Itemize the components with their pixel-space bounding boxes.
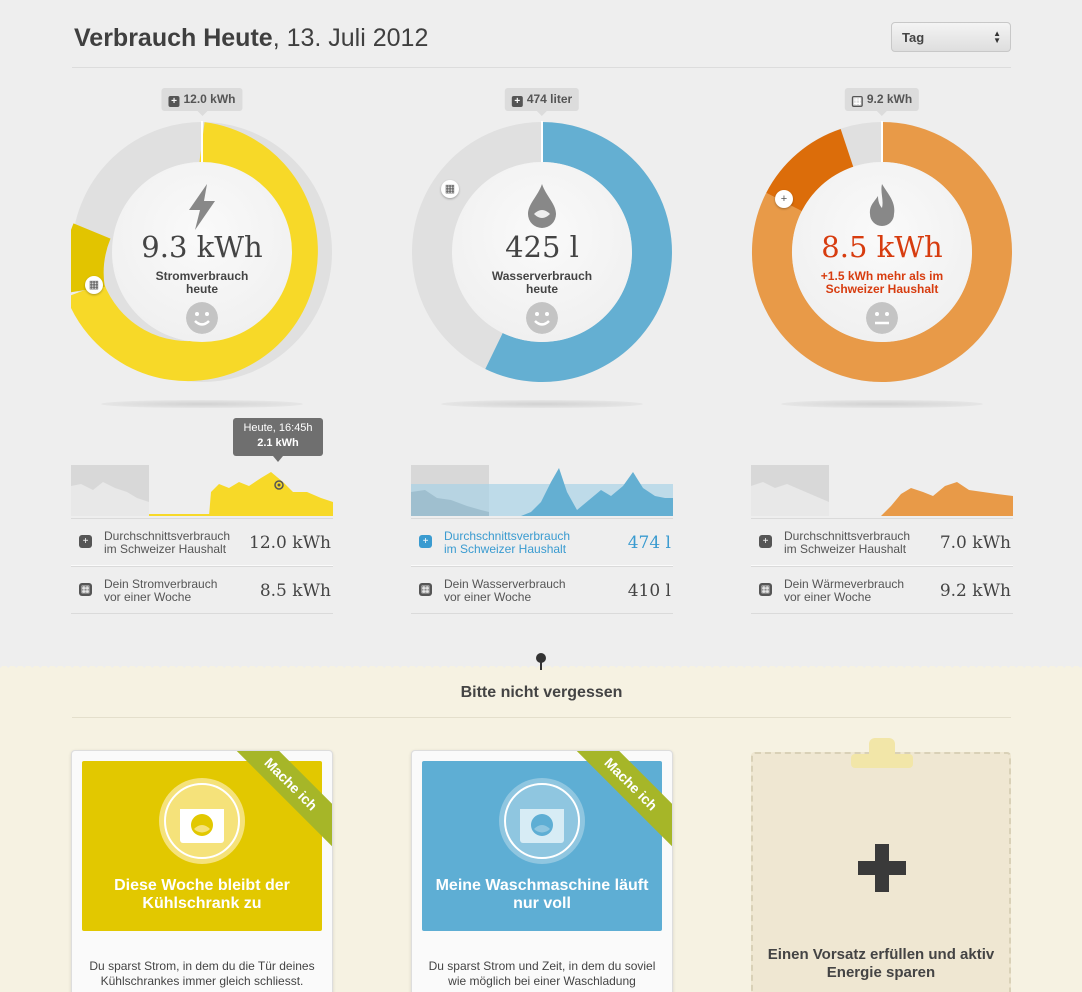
stat-value: 8.5 kWh bbox=[259, 581, 331, 601]
heat-average-tag: ▦ 9.2 kWh bbox=[844, 88, 920, 116]
stat-row: ▦ Dein Wasserverbrauch vor einer Woche 41… bbox=[411, 566, 673, 614]
stat-value: 410 l bbox=[627, 581, 671, 601]
heat-value: 8.5 kWh bbox=[821, 230, 943, 264]
add-card-text: Einen Vorsatz erfüllen und aktiv Energie… bbox=[767, 946, 995, 981]
page-header: Verbrauch Heute, 13. Juli 2012 Tag ▲ ▼ bbox=[72, 20, 1011, 68]
plus-icon bbox=[858, 844, 906, 892]
stat-row: ▦ Dein Stromverbrauch vor einer Woche 8.5… bbox=[71, 566, 333, 614]
water-meter: +474 liter ▦ 425 l Wasserverbrauch heute bbox=[411, 88, 673, 408]
water-label: Wasserverbrauch heute bbox=[491, 269, 593, 296]
reminders-heading: Bitte nicht vergessen bbox=[72, 684, 1011, 718]
card-title: Diese Woche bleibt der Kühlschrank zu bbox=[114, 877, 290, 912]
add-resolution-card[interactable]: Einen Vorsatz erfüllen und aktiv Energie… bbox=[751, 738, 1011, 992]
shield-icon: + bbox=[168, 96, 180, 107]
calendar-marker-icon[interactable]: ▦ bbox=[85, 276, 103, 294]
card-title: Meine Waschmaschine läuft nur voll bbox=[435, 877, 649, 912]
stat-row: + Durchschnittsverbrauch im Schweizer Hau… bbox=[71, 518, 333, 566]
stat-value: 9.2 kWh bbox=[939, 581, 1011, 601]
water-average-tag: +474 liter bbox=[504, 88, 580, 116]
stat-row: + Durchschnittsverbrauch im Schweizer Hau… bbox=[751, 518, 1013, 566]
electricity-average-tag: +12.0 kWh bbox=[161, 88, 243, 116]
stat-row[interactable]: + Durchschnittsverbrauch im Schweizer Hau… bbox=[411, 518, 673, 566]
heat-label: +1.5 kWh mehr als im Schweizer Haushalt bbox=[820, 269, 944, 296]
calendar-icon: ▦ bbox=[759, 583, 772, 596]
stat-row: ▦ Dein Wärmeverbrauch vor einer Woche 9.2… bbox=[751, 566, 1013, 614]
water-drop-icon bbox=[528, 184, 556, 228]
electricity-sparkline[interactable] bbox=[71, 462, 333, 516]
calendar-icon: ▦ bbox=[851, 96, 863, 107]
reminder-card-washing[interactable]: Meine Waschmaschine läuft nur voll Mache… bbox=[411, 750, 673, 992]
electricity-label: Stromverbrauch heute bbox=[155, 269, 249, 296]
period-select[interactable]: Tag ▲ ▼ bbox=[891, 22, 1011, 52]
washing-machine-icon bbox=[159, 778, 245, 864]
period-select-value: Tag bbox=[902, 30, 925, 45]
electricity-meter: +12.0 kWh ▦ 9.3 kWh Stromverbrauch heute bbox=[71, 88, 333, 408]
donut-shadow bbox=[441, 400, 643, 408]
shield-icon: + bbox=[79, 535, 92, 548]
lightning-icon bbox=[189, 184, 215, 230]
card-description: Du sparst Strom und Zeit, in dem du sovi… bbox=[428, 959, 656, 988]
electricity-center: 9.3 kWh Stromverbrauch heute bbox=[112, 162, 292, 342]
shield-marker-icon[interactable]: + bbox=[775, 190, 793, 208]
electricity-value: 9.3 kWh bbox=[141, 230, 263, 264]
shield-icon: + bbox=[419, 535, 432, 548]
calendar-marker-icon[interactable]: ▦ bbox=[441, 180, 459, 198]
happy-face-icon bbox=[186, 302, 218, 334]
clipboard-clip-icon bbox=[851, 738, 913, 772]
washing-machine-icon bbox=[499, 778, 585, 864]
heat-sparkline[interactable] bbox=[751, 462, 1013, 516]
water-center: 425 l Wasserverbrauch heute bbox=[452, 162, 632, 342]
heat-stats: + Durchschnittsverbrauch im Schweizer Hau… bbox=[751, 518, 1013, 614]
neutral-face-icon bbox=[866, 302, 898, 334]
calendar-icon: ▦ bbox=[419, 583, 432, 596]
donut-shadow bbox=[101, 400, 303, 408]
reminder-card-fridge[interactable]: Diese Woche bleibt der Kühlschrank zu Ma… bbox=[71, 750, 333, 992]
happy-face-icon bbox=[526, 302, 558, 334]
pin-line bbox=[540, 662, 542, 670]
water-value: 425 l bbox=[505, 230, 579, 264]
heat-center: 8.5 kWh +1.5 kWh mehr als im Schweizer Ha… bbox=[792, 162, 972, 342]
page-title: Verbrauch Heute, 13. Juli 2012 bbox=[74, 24, 429, 52]
shield-icon: + bbox=[511, 96, 523, 107]
stat-value: 7.0 kWh bbox=[939, 533, 1011, 553]
stat-value: 474 l bbox=[627, 533, 671, 553]
heat-meter: ▦ 9.2 kWh + 8.5 kWh +1.5 kWh mehr als im S… bbox=[751, 88, 1013, 408]
water-sparkline[interactable] bbox=[411, 462, 673, 516]
water-stats: + Durchschnittsverbrauch im Schweizer Hau… bbox=[411, 518, 673, 614]
donut-shadow bbox=[781, 400, 983, 408]
chart-tooltip: Heute, 16:45h 2.1 kWh bbox=[233, 418, 323, 462]
flame-icon bbox=[869, 184, 895, 226]
electricity-stats: + Durchschnittsverbrauch im Schweizer Hau… bbox=[71, 518, 333, 614]
stat-value: 12.0 kWh bbox=[249, 533, 331, 553]
card-description: Du sparst Strom, in dem du die Tür deine… bbox=[89, 959, 315, 988]
calendar-icon: ▦ bbox=[79, 583, 92, 596]
shield-icon: + bbox=[759, 535, 772, 548]
select-arrows-icon: ▲ ▼ bbox=[993, 29, 1001, 45]
